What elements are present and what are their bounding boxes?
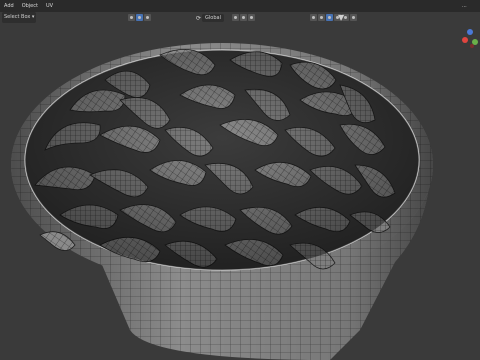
gizmo-z-icon[interactable]	[467, 29, 473, 35]
gizmo-x-icon[interactable]	[462, 37, 468, 43]
3d-viewport[interactable]: Add Object UV ... Select Box ▾ ⟳ Global	[0, 0, 480, 360]
gizmo-y-icon[interactable]	[472, 39, 478, 45]
gizmo-neg-x-icon[interactable]	[470, 44, 474, 48]
bowl-of-cashews-wireframe	[11, 43, 433, 360]
navigation-gizmo[interactable]	[460, 26, 480, 50]
